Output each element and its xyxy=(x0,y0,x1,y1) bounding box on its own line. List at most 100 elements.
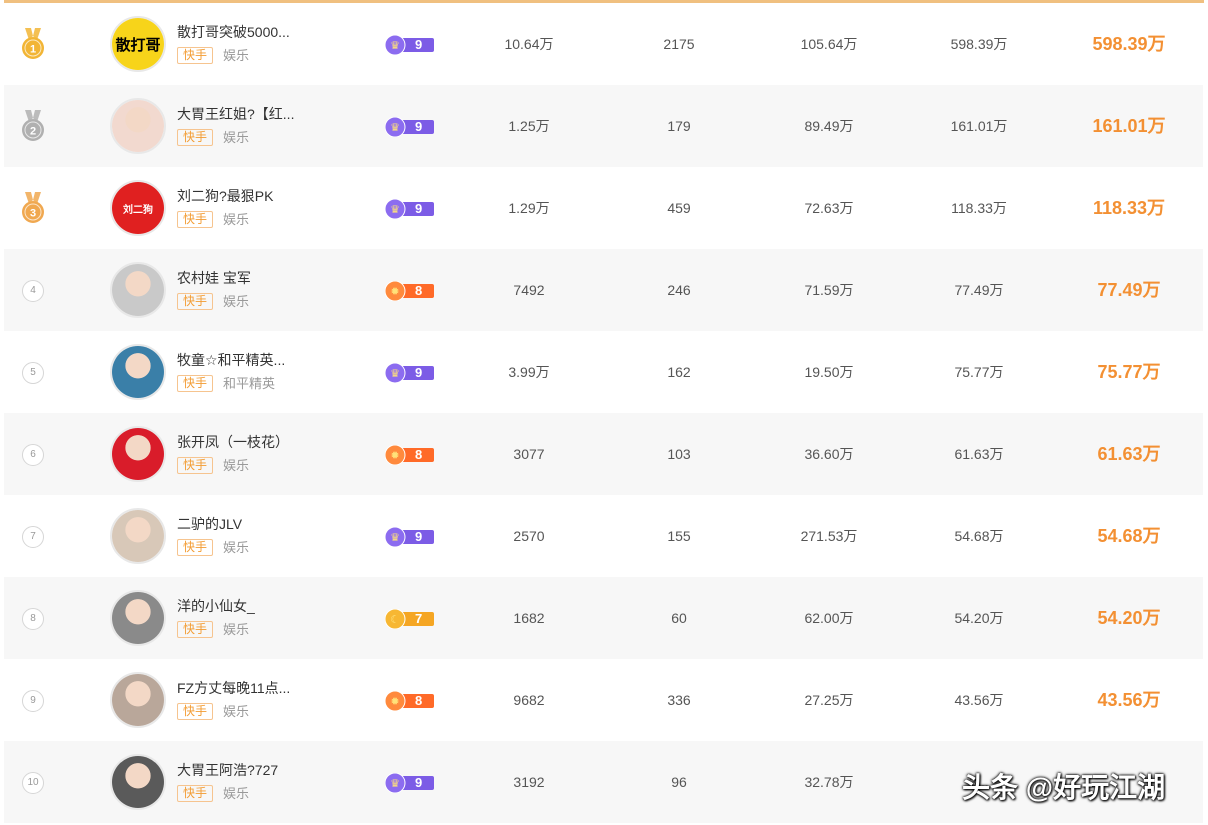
avatar[interactable] xyxy=(110,754,166,810)
medal-icon: 1 xyxy=(20,28,46,60)
stat-value-3: 89.49万 xyxy=(804,118,854,134)
svg-text:✹: ✹ xyxy=(390,695,399,708)
avatar[interactable] xyxy=(110,344,166,400)
platform-tag: 快手 xyxy=(177,211,214,228)
total-value: 54.68万 xyxy=(1097,526,1161,546)
svg-text:✹: ✹ xyxy=(390,285,399,298)
total-value: 54.20万 xyxy=(1097,608,1161,628)
platform-tag: 快手 xyxy=(177,539,214,556)
svg-text:♛: ♛ xyxy=(390,777,400,790)
platform-tag: 快手 xyxy=(177,703,214,720)
avatar[interactable] xyxy=(110,262,166,318)
crown-icon: ♛ xyxy=(384,526,434,551)
stat-value-1: 1682 xyxy=(513,610,545,626)
table-row[interactable]: 4 农村娃 宝军 快手 娱乐 ✹ 8 7492 246 71.59万 77.49… xyxy=(4,249,1203,331)
stat-value-4: 118.33万 xyxy=(951,200,1007,216)
stat-value-2: 155 xyxy=(667,528,691,544)
anchor-name[interactable]: 大胃王红姐?【红... xyxy=(177,104,294,124)
total-value: 43.56万 xyxy=(1097,690,1161,710)
rank-number: 10 xyxy=(22,772,44,794)
category-label: 娱乐 xyxy=(223,130,250,145)
medal-icon: 3 xyxy=(20,192,46,224)
stat-value-4: 54.20万 xyxy=(954,610,1004,626)
category-label: 娱乐 xyxy=(223,622,250,637)
total-value: 75.77万 xyxy=(1097,362,1161,382)
stat-value-2: 459 xyxy=(667,200,691,216)
avatar[interactable] xyxy=(110,508,166,564)
stat-value-3: 62.00万 xyxy=(804,610,854,626)
avatar[interactable] xyxy=(110,426,166,482)
anchor-name[interactable]: 刘二狗?最狠PK xyxy=(177,186,273,206)
moon-icon: ☾ xyxy=(384,608,434,633)
level-number: 9 xyxy=(415,201,423,216)
svg-text:♛: ♛ xyxy=(390,39,400,52)
table-row[interactable]: 6 张开凤（一枝花） 快手 娱乐 ✹ 8 3077 103 36.60万 61.… xyxy=(4,413,1203,495)
level-badge: ✹ 8 xyxy=(384,280,434,302)
level-number: 9 xyxy=(415,37,423,52)
table-row[interactable]: 7 二驴的JLV 快手 娱乐 ♛ 9 2570 155 271.53万 54.6… xyxy=(4,495,1203,577)
level-badge: ♛ 9 xyxy=(384,198,434,220)
anchor-name[interactable]: 农村娃 宝军 xyxy=(177,268,251,288)
stat-value-1: 1.29万 xyxy=(508,200,550,216)
stat-value-4: 61.63万 xyxy=(954,446,1004,462)
category-label: 娱乐 xyxy=(223,48,250,63)
platform-tag: 快手 xyxy=(177,785,214,802)
avatar[interactable]: 刘二狗 xyxy=(110,180,166,236)
stat-value-1: 3077 xyxy=(513,446,545,462)
level-number: 7 xyxy=(415,611,423,626)
total-value: 118.33万 xyxy=(1092,198,1166,218)
stat-value-1: 10.64万 xyxy=(504,36,554,52)
level-badge: ♛ 9 xyxy=(384,362,434,384)
stat-value-4: 43.56万 xyxy=(954,692,1004,708)
table-row[interactable]: 8 洋的小仙女_ 快手 娱乐 ☾ 7 1682 60 62.00万 54.20万… xyxy=(4,577,1203,659)
avatar[interactable] xyxy=(110,672,166,728)
stat-value-1: 2570 xyxy=(513,528,545,544)
svg-text:1: 1 xyxy=(30,44,36,56)
category-label: 娱乐 xyxy=(223,786,250,801)
anchor-name[interactable]: 散打哥突破5000... xyxy=(177,22,290,42)
stat-value-3: 32.78万 xyxy=(804,774,854,790)
stat-value-2: 60 xyxy=(671,610,687,626)
stat-value-1: 9682 xyxy=(513,692,545,708)
stat-value-3: 19.50万 xyxy=(804,364,854,380)
category-label: 和平精英 xyxy=(223,376,276,391)
platform-tag: 快手 xyxy=(177,375,214,392)
avatar-text: 散打哥 xyxy=(112,18,164,70)
table-row[interactable]: 2 大胃王红姐?【红... 快手 娱乐 ♛ 9 1.25万 179 89.49万… xyxy=(4,85,1203,167)
stat-value-3: 105.64万 xyxy=(800,36,858,52)
sun-icon: ✹ xyxy=(384,690,434,715)
anchor-name[interactable]: FZ方丈每晚11点... xyxy=(177,678,290,698)
avatar[interactable] xyxy=(110,98,166,154)
crown-icon: ♛ xyxy=(384,362,434,387)
avatar[interactable]: 散打哥 xyxy=(110,16,166,72)
svg-text:♛: ♛ xyxy=(390,121,400,134)
stat-value-4: 161.01万 xyxy=(950,118,1008,134)
platform-tag: 快手 xyxy=(177,293,214,310)
stat-value-4: 598.39万 xyxy=(950,36,1008,52)
table-row[interactable]: 5 牧童☆和平精英... 快手 和平精英 ♛ 9 3.99万 162 19.50… xyxy=(4,331,1203,413)
level-number: 8 xyxy=(415,283,423,298)
table-row[interactable]: 9 FZ方丈每晚11点... 快手 娱乐 ✹ 8 9682 336 27.25万… xyxy=(4,659,1203,741)
stat-value-2: 103 xyxy=(667,446,691,462)
level-number: 9 xyxy=(415,529,423,544)
platform-tag: 快手 xyxy=(177,47,214,64)
platform-tag: 快手 xyxy=(177,621,214,638)
stat-value-2: 96 xyxy=(671,774,687,790)
stat-value-2: 162 xyxy=(667,364,691,380)
category-label: 娱乐 xyxy=(223,458,250,473)
table-row[interactable]: 1 散打哥 散打哥突破5000... 快手 娱乐 ♛ 9 10.64万 2175… xyxy=(4,3,1203,85)
stat-value-1: 1.25万 xyxy=(508,118,550,134)
rank-number: 6 xyxy=(22,444,44,466)
rank-number: 4 xyxy=(22,280,44,302)
anchor-name[interactable]: 大胃王阿浩?727 xyxy=(177,760,278,780)
anchor-name[interactable]: 二驴的JLV xyxy=(177,514,242,534)
platform-tag: 快手 xyxy=(177,457,214,474)
category-label: 娱乐 xyxy=(223,540,250,555)
table-row[interactable]: 3 刘二狗 刘二狗?最狠PK 快手 娱乐 ♛ 9 1.29万 459 72.63… xyxy=(4,167,1203,249)
anchor-name[interactable]: 洋的小仙女_ xyxy=(177,596,255,616)
stat-value-3: 271.53万 xyxy=(800,528,858,544)
anchor-name[interactable]: 张开凤（一枝花） xyxy=(177,432,289,452)
avatar[interactable] xyxy=(110,590,166,646)
anchor-name[interactable]: 牧童☆和平精英... xyxy=(177,350,285,370)
stat-value-2: 179 xyxy=(667,118,691,134)
